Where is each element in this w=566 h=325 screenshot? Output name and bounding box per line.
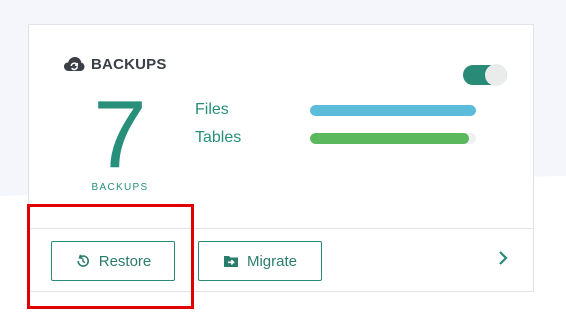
tables-label: Tables [195,129,242,146]
backup-count-caption: BACKUPS [91,182,149,193]
tables-progress-fill [310,133,470,144]
restore-icon [75,253,91,269]
backup-count: 7 [93,81,147,188]
tables-progress-track [310,133,476,144]
migrate-button[interactable]: Migrate [198,241,322,281]
card-divider [29,228,533,229]
files-progress-fill [310,105,476,116]
files-label: Files [195,101,229,118]
chevron-right-icon[interactable] [495,247,511,269]
backups-card: BACKUPS 7 BACKUPS Files Tables Restore M… [28,24,534,292]
card-header: BACKUPS [63,55,167,73]
folder-arrow-icon [223,253,239,269]
migrate-label: Migrate [246,252,298,270]
toggle-knob [485,64,507,86]
restore-label: Restore [98,252,152,270]
card-title: BACKUPS [91,55,167,73]
restore-button[interactable]: Restore [51,241,175,281]
backups-toggle[interactable] [463,64,507,86]
cloud-sync-icon [63,55,85,73]
files-progress-track [310,105,476,116]
